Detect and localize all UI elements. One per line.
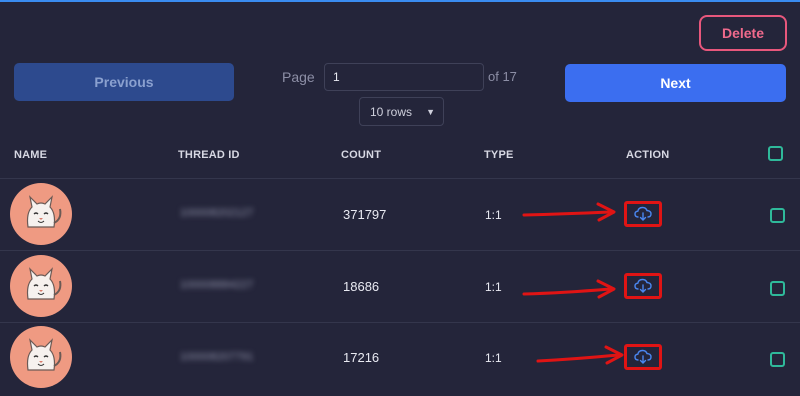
previous-button[interactable]: Previous xyxy=(14,63,234,101)
cat-avatar-icon xyxy=(10,326,72,388)
rows-per-page-select[interactable]: 10 rows ▼ xyxy=(359,97,444,126)
column-header-thread-id: THREAD ID xyxy=(178,149,240,161)
cat-avatar-icon xyxy=(10,183,72,245)
column-header-count: COUNT xyxy=(341,149,382,161)
select-all-checkbox[interactable] xyxy=(768,146,783,161)
column-header-name: NAME xyxy=(14,149,48,161)
cloud-download-icon xyxy=(634,278,652,293)
page-number-value: 1 xyxy=(333,70,340,84)
header-divider xyxy=(0,178,800,179)
count-value: 18686 xyxy=(343,279,380,294)
download-button[interactable] xyxy=(624,201,662,227)
caret-down-icon: ▼ xyxy=(426,107,435,117)
row-divider xyxy=(0,322,800,323)
cloud-download-icon xyxy=(634,349,652,364)
type-value: 1:1 xyxy=(485,280,502,294)
cat-avatar-icon xyxy=(10,255,72,317)
red-arrow-annotation xyxy=(536,345,636,369)
row-divider xyxy=(0,250,800,251)
type-value: 1:1 xyxy=(485,208,502,222)
count-value: 371797 xyxy=(343,207,387,222)
red-arrow-annotation xyxy=(522,201,622,225)
row-checkbox[interactable] xyxy=(770,281,785,296)
cloud-download-icon xyxy=(634,206,652,221)
next-button[interactable]: Next xyxy=(565,64,786,102)
top-accent-line xyxy=(0,0,800,2)
download-button[interactable] xyxy=(624,273,662,299)
column-header-action: ACTION xyxy=(626,149,670,161)
thread-id-value: 100008202127 xyxy=(180,207,254,219)
count-value: 17216 xyxy=(343,350,380,365)
thread-id-value: 100008884227 xyxy=(180,279,254,291)
delete-button[interactable]: Delete xyxy=(699,15,787,51)
type-value: 1:1 xyxy=(485,351,502,365)
column-header-type: TYPE xyxy=(484,149,514,161)
page-label: Page xyxy=(282,69,315,85)
download-button[interactable] xyxy=(624,344,662,370)
row-checkbox[interactable] xyxy=(770,352,785,367)
thread-id-value: 100008207791 xyxy=(180,351,254,363)
page-number-input[interactable]: 1 xyxy=(324,63,484,91)
row-checkbox[interactable] xyxy=(770,208,785,223)
red-arrow-annotation xyxy=(522,278,622,302)
total-pages-label: of 17 xyxy=(488,69,517,84)
rows-per-page-value: 10 rows xyxy=(370,104,413,119)
